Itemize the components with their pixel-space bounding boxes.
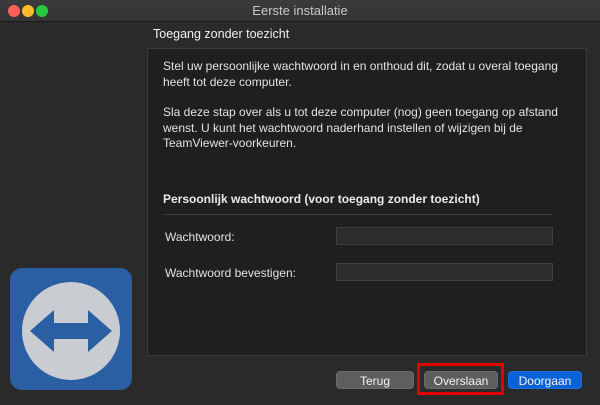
title-bar: Eerste installatie [0,0,600,22]
password-row: Wachtwoord: [163,227,553,247]
section-title: Toegang zonder toezicht [153,27,290,41]
description-paragraph-1: Stel uw persoonlijke wachtwoord in en on… [163,59,558,89]
password-label: Wachtwoord: [165,230,235,244]
confirm-password-row: Wachtwoord bevestigen: [163,263,553,283]
continue-button[interactable]: Doorgaan [508,371,582,389]
teamviewer-logo-icon [10,268,132,390]
back-button[interactable]: Terug [336,371,414,389]
password-group-title: Persoonlijk wachtwoord (voor toegang zon… [163,192,553,215]
description-paragraph-2: Sla deze stap over als u tot deze comput… [163,105,558,150]
description: Stel uw persoonlijke wachtwoord in en on… [163,59,573,152]
skip-button-highlight [417,363,504,395]
setup-window: Eerste installatie Toegang zonder toezic… [0,0,600,405]
password-group: Persoonlijk wachtwoord (voor toegang zon… [163,192,553,281]
confirm-password-label: Wachtwoord bevestigen: [165,266,296,280]
window-title: Eerste installatie [252,3,348,18]
password-field[interactable] [336,227,553,245]
content-panel: Stel uw persoonlijke wachtwoord in en on… [147,48,587,356]
confirm-password-field[interactable] [336,263,553,281]
